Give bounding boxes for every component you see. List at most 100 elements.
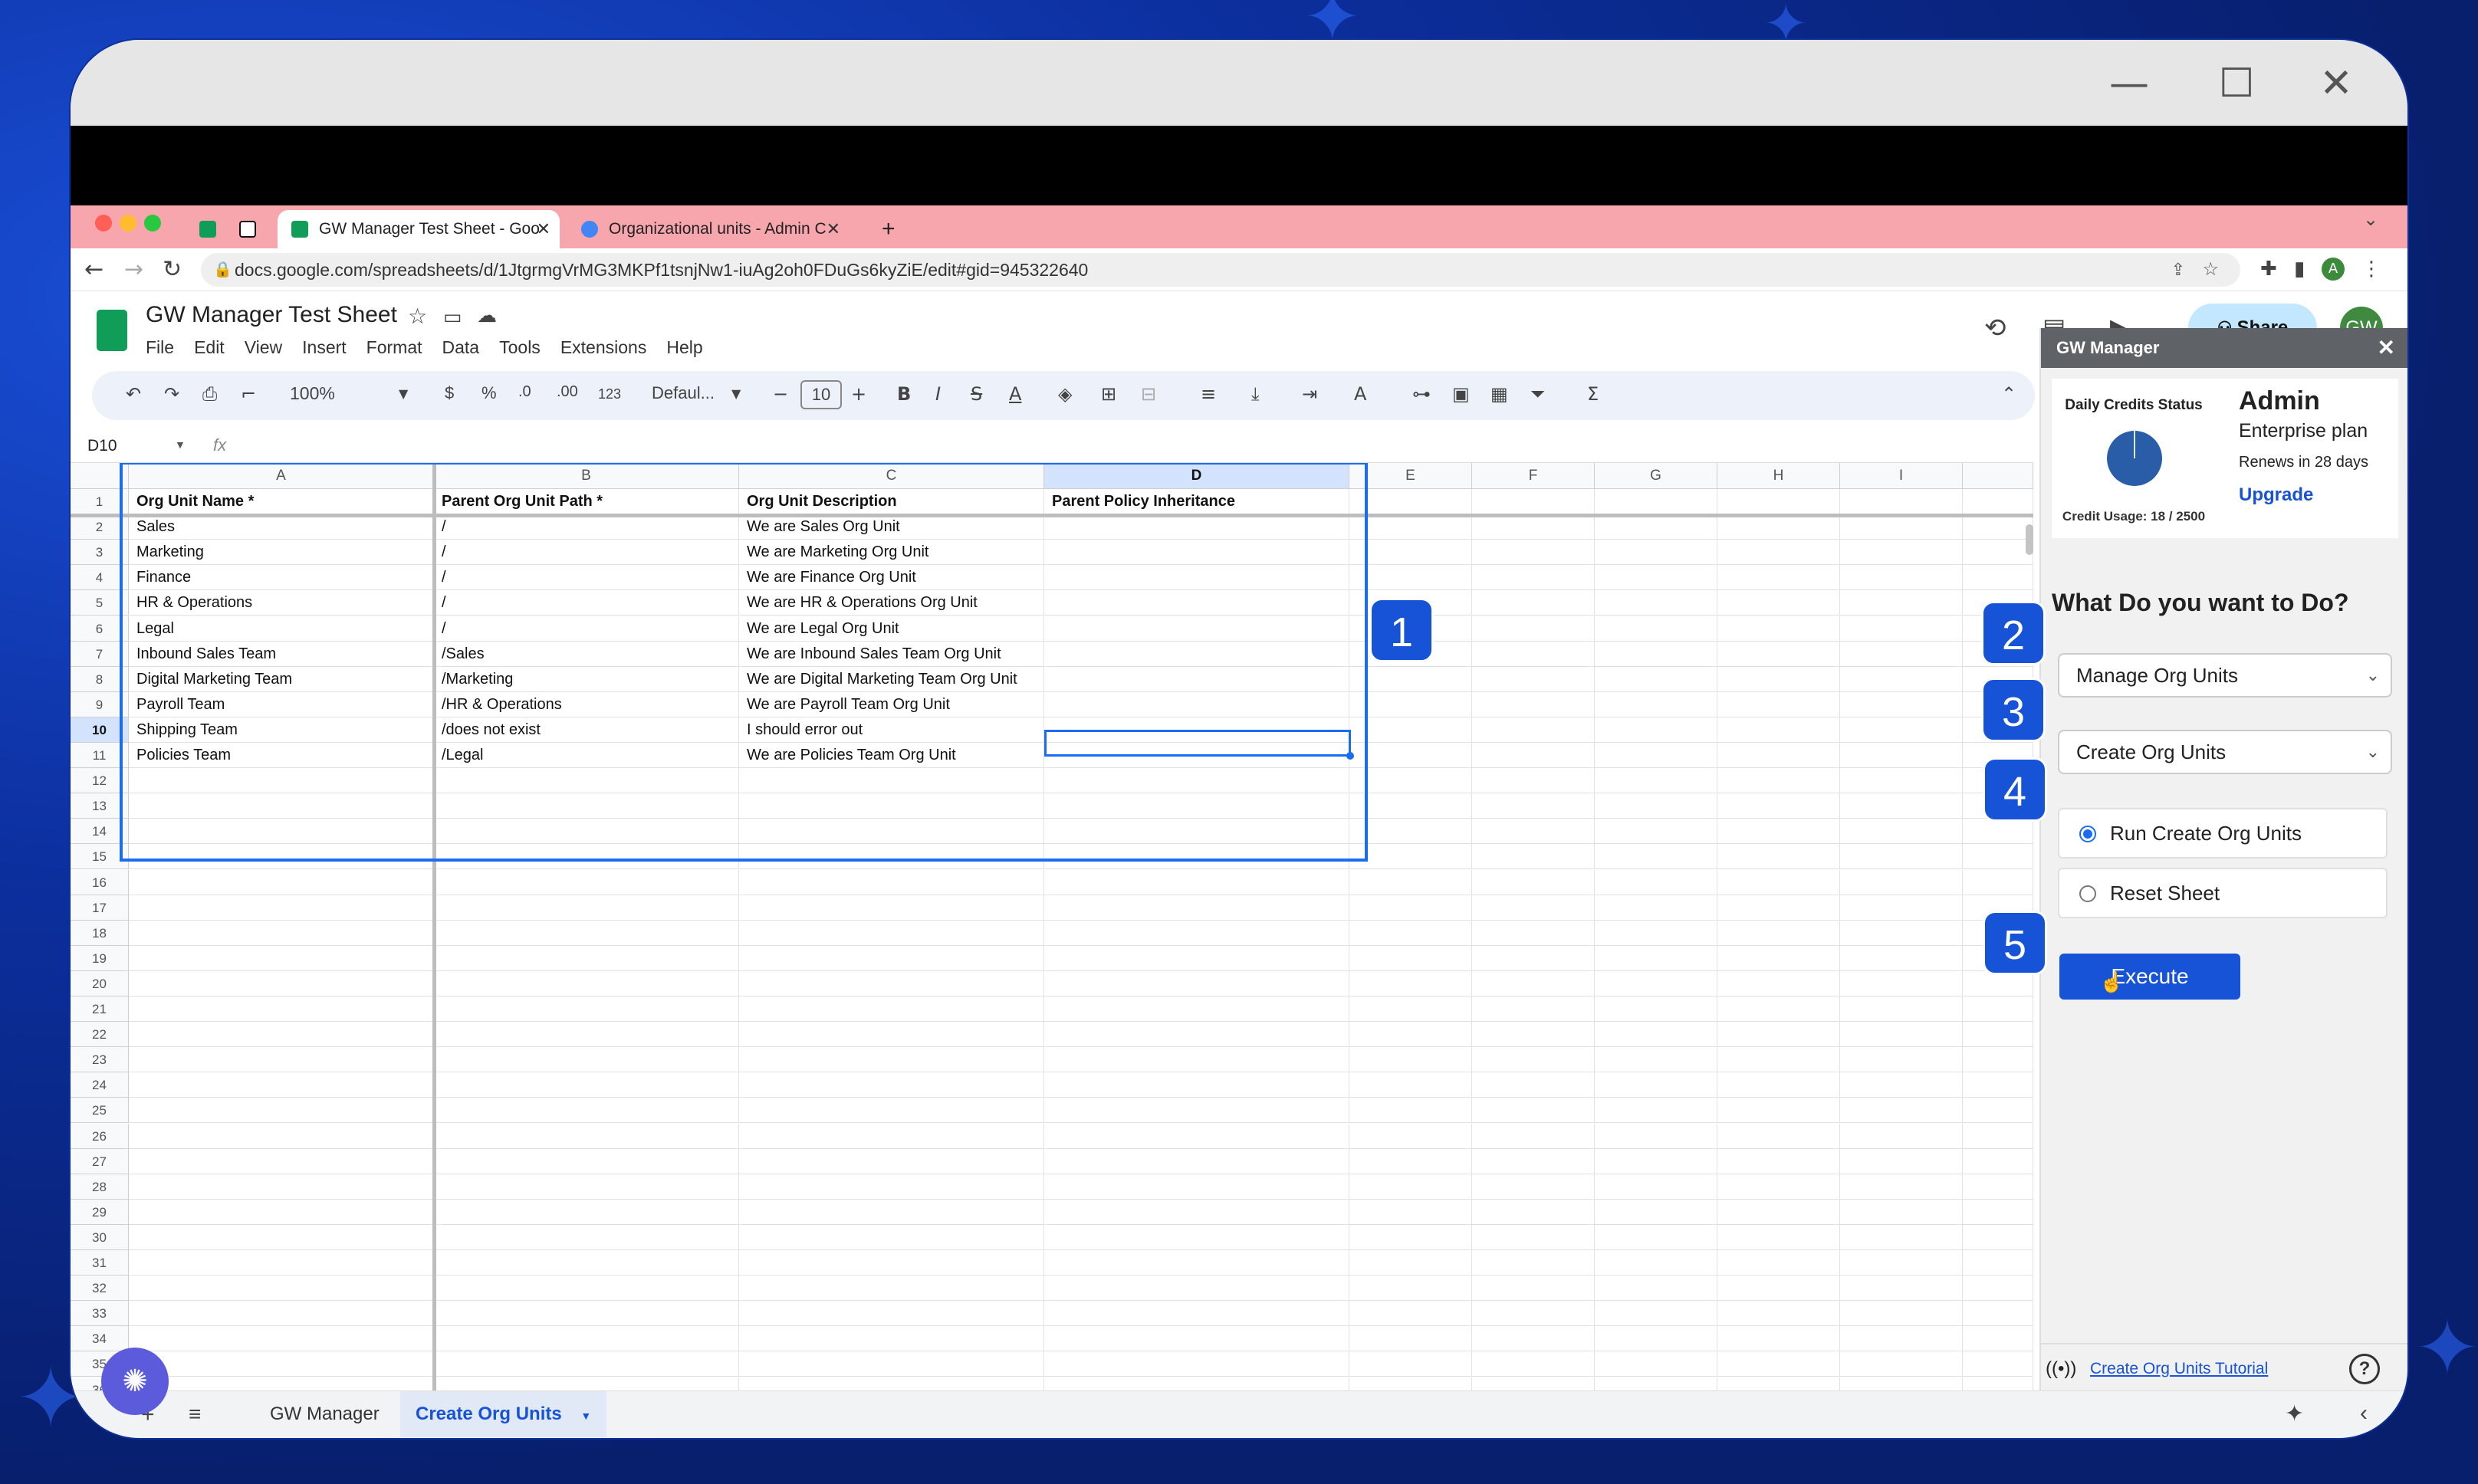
row-header[interactable]: 10 bbox=[71, 717, 129, 743]
star-doc-icon[interactable]: ☆ bbox=[408, 304, 427, 329]
row-header[interactable]: 31 bbox=[71, 1250, 129, 1276]
table-cell[interactable] bbox=[1717, 1199, 1840, 1225]
table-cell[interactable] bbox=[1349, 970, 1472, 996]
table-cell[interactable] bbox=[1044, 1276, 1349, 1302]
header-cell[interactable]: Parent Policy Inheritance bbox=[1044, 489, 1349, 514]
table-cell[interactable] bbox=[1044, 793, 1349, 819]
row-header[interactable]: 19 bbox=[71, 945, 129, 971]
table-cell[interactable] bbox=[1717, 691, 1840, 717]
name-box[interactable]: D10 bbox=[87, 437, 117, 455]
menu-insert[interactable]: Insert bbox=[302, 337, 347, 358]
table-cell[interactable] bbox=[129, 1072, 434, 1098]
row-header[interactable]: 8 bbox=[71, 666, 129, 692]
table-cell[interactable] bbox=[1963, 565, 2033, 591]
table-cell[interactable] bbox=[1349, 1123, 1472, 1149]
table-cell[interactable] bbox=[1717, 1047, 1840, 1073]
table-cell[interactable] bbox=[1349, 1301, 1472, 1327]
column-header-e[interactable]: E bbox=[1349, 463, 1472, 489]
table-cell[interactable]: /Marketing bbox=[434, 666, 739, 692]
table-cell[interactable] bbox=[1595, 1224, 1717, 1250]
row-header[interactable]: 22 bbox=[71, 1022, 129, 1048]
table-cell[interactable]: We are Marketing Org Unit bbox=[739, 540, 1044, 566]
collapse-toolbar-icon[interactable]: ⌃ bbox=[2001, 383, 2016, 405]
table-cell[interactable] bbox=[1840, 1123, 1963, 1149]
table-cell[interactable] bbox=[1595, 565, 1717, 591]
tab-search-icon[interactable]: ⌄ bbox=[2363, 208, 2378, 230]
text-wrap-icon[interactable]: ⇥ bbox=[1302, 383, 1317, 405]
table-cell[interactable] bbox=[1044, 1199, 1349, 1225]
table-cell[interactable] bbox=[1044, 616, 1349, 642]
table-cell[interactable] bbox=[1472, 1199, 1595, 1225]
table-cell[interactable] bbox=[434, 793, 739, 819]
table-cell[interactable] bbox=[1963, 540, 2033, 566]
table-cell[interactable] bbox=[1840, 996, 1963, 1022]
table-cell[interactable] bbox=[1595, 717, 1717, 743]
table-cell[interactable] bbox=[1349, 691, 1472, 717]
row-header[interactable]: 1 bbox=[71, 489, 129, 514]
header-cell[interactable]: Parent Org Unit Path * bbox=[434, 489, 739, 514]
column-header-h[interactable]: H bbox=[1717, 463, 1840, 489]
column-header-a[interactable]: A bbox=[129, 463, 434, 489]
table-cell[interactable]: We are HR & Operations Org Unit bbox=[739, 590, 1044, 616]
table-cell[interactable] bbox=[1349, 768, 1472, 794]
table-cell[interactable] bbox=[1044, 565, 1349, 591]
row-header[interactable]: 30 bbox=[71, 1224, 129, 1250]
table-cell[interactable] bbox=[1717, 590, 1840, 616]
menu-data[interactable]: Data bbox=[442, 337, 480, 358]
table-cell[interactable] bbox=[1044, 743, 1349, 768]
table-cell[interactable]: We are Inbound Sales Team Org Unit bbox=[739, 641, 1044, 667]
table-cell[interactable] bbox=[1595, 641, 1717, 667]
row-header[interactable]: 5 bbox=[71, 590, 129, 616]
table-cell[interactable] bbox=[129, 1276, 434, 1302]
table-cell[interactable] bbox=[1595, 819, 1717, 845]
table-cell[interactable] bbox=[1472, 691, 1595, 717]
table-cell[interactable] bbox=[1595, 768, 1717, 794]
menu-edit[interactable]: Edit bbox=[194, 337, 225, 358]
header-cell[interactable]: Org Unit Description bbox=[739, 489, 1044, 514]
table-cell[interactable] bbox=[1595, 514, 1717, 540]
vertical-align-icon[interactable]: ⤓ bbox=[1251, 383, 1260, 405]
table-cell[interactable] bbox=[1472, 1224, 1595, 1250]
reload-icon[interactable]: ↻ bbox=[163, 256, 182, 283]
text-rotate-icon[interactable]: A bbox=[1354, 383, 1366, 405]
table-cell[interactable]: We are Digital Marketing Team Org Unit bbox=[739, 666, 1044, 692]
column-header-f[interactable]: F bbox=[1472, 463, 1595, 489]
table-cell[interactable] bbox=[1044, 1072, 1349, 1098]
table-cell[interactable] bbox=[1044, 844, 1349, 870]
table-cell[interactable] bbox=[129, 1174, 434, 1200]
table-cell[interactable] bbox=[1963, 1098, 2033, 1124]
table-cell[interactable] bbox=[1472, 743, 1595, 768]
table-cell[interactable] bbox=[129, 1148, 434, 1174]
row-header[interactable]: 9 bbox=[71, 691, 129, 717]
table-cell[interactable] bbox=[1044, 1174, 1349, 1200]
table-cell[interactable] bbox=[434, 996, 739, 1022]
table-cell[interactable] bbox=[1717, 844, 1840, 870]
row-header[interactable]: 28 bbox=[71, 1174, 129, 1200]
table-cell[interactable] bbox=[1840, 970, 1963, 996]
table-cell[interactable] bbox=[1044, 1250, 1349, 1276]
minimize-icon[interactable]: — bbox=[2102, 57, 2156, 110]
table-cell[interactable] bbox=[1472, 1326, 1595, 1352]
table-cell[interactable] bbox=[1595, 616, 1717, 642]
table-cell[interactable] bbox=[1840, 1250, 1963, 1276]
row-header[interactable]: 3 bbox=[71, 540, 129, 566]
table-cell[interactable] bbox=[1472, 1148, 1595, 1174]
upgrade-link[interactable]: Upgrade bbox=[2239, 484, 2313, 506]
table-cell[interactable] bbox=[434, 768, 739, 794]
table-cell[interactable] bbox=[1044, 869, 1349, 895]
table-cell[interactable] bbox=[739, 996, 1044, 1022]
table-cell[interactable] bbox=[1044, 1148, 1349, 1174]
table-cell[interactable] bbox=[1595, 540, 1717, 566]
table-cell[interactable] bbox=[1840, 1022, 1963, 1048]
table-cell[interactable] bbox=[1595, 844, 1717, 870]
table-cell[interactable] bbox=[1349, 1098, 1472, 1124]
table-cell[interactable] bbox=[1717, 717, 1840, 743]
row-header[interactable]: 15 bbox=[71, 844, 129, 870]
table-cell[interactable] bbox=[129, 945, 434, 971]
table-cell[interactable] bbox=[1595, 1123, 1717, 1149]
table-cell[interactable] bbox=[1349, 869, 1472, 895]
header-cell[interactable] bbox=[1717, 489, 1840, 514]
table-cell[interactable] bbox=[1349, 743, 1472, 768]
table-cell[interactable] bbox=[1963, 1123, 2033, 1149]
table-cell[interactable] bbox=[1840, 1276, 1963, 1302]
